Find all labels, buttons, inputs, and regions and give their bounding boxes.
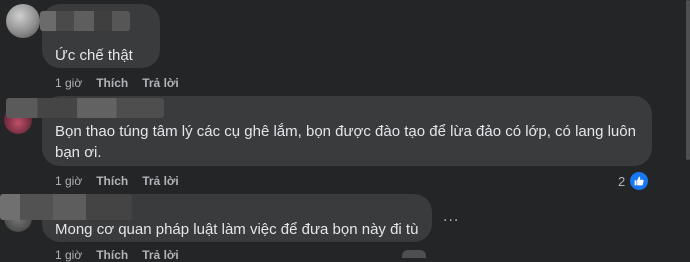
like-icon [628, 170, 651, 192]
like-button[interactable]: Thích [96, 76, 128, 90]
comment-actions: 1 giờ Thích Trả lời [55, 76, 179, 90]
reply-button[interactable]: Trả lời [142, 76, 179, 90]
like-button[interactable]: Thích [96, 174, 128, 188]
comment-text: Ức chế thật [55, 47, 133, 64]
author-name-redacted[interactable] [6, 98, 164, 118]
reaction-icons-partial[interactable] [402, 250, 426, 258]
avatar[interactable] [6, 4, 40, 38]
author-name-redacted[interactable] [40, 11, 130, 31]
more-options-icon[interactable]: ... [443, 208, 459, 226]
comment-text: Bọn thao túng tâm lý các cụ ghê lắm, bọn… [55, 123, 636, 140]
reaction-summary[interactable]: 2 [618, 170, 651, 192]
comment-time[interactable]: 1 giờ [55, 76, 82, 90]
comment-text: bạn ơi. [55, 144, 102, 161]
comment-time[interactable]: 1 giờ [55, 248, 82, 262]
comment-time[interactable]: 1 giờ [55, 174, 82, 188]
comment-actions: 1 giờ Thích Trả lời [55, 174, 179, 188]
reply-button[interactable]: Trả lời [142, 174, 179, 188]
reaction-count: 2 [618, 173, 626, 189]
comment-actions: 1 giờ Thích Trả lời [55, 248, 179, 262]
author-name-redacted[interactable] [0, 194, 132, 220]
comment-text: Mong cơ quan pháp luật làm việc để đưa b… [55, 221, 419, 238]
like-button[interactable]: Thích [96, 248, 128, 262]
reply-button[interactable]: Trả lời [142, 248, 179, 262]
scrollbar[interactable] [686, 0, 690, 160]
